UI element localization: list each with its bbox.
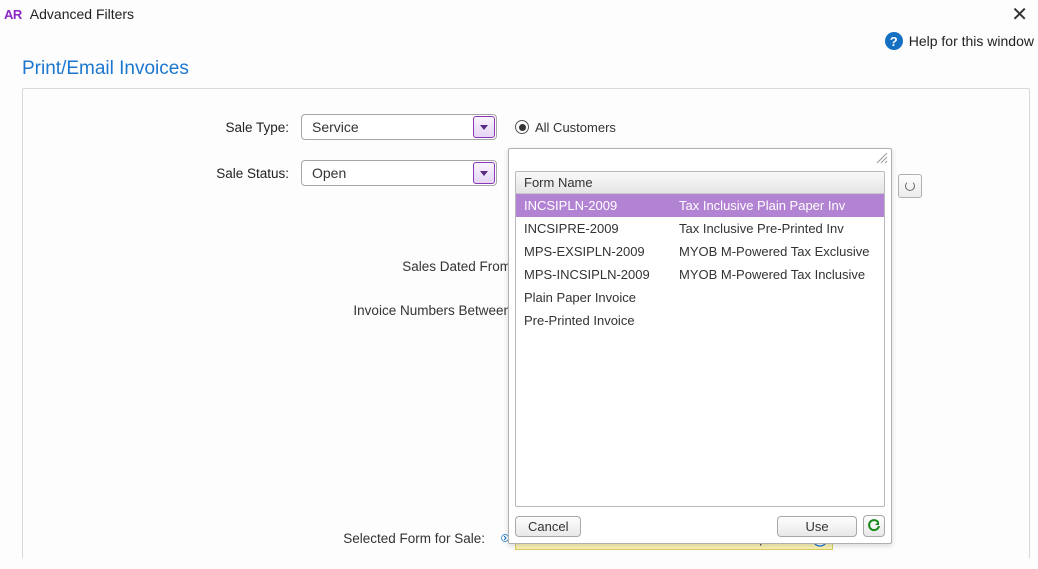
sale-status-combo[interactable]: Open (301, 160, 497, 186)
form-picker-list[interactable]: INCSIPLN-2009 Tax Inclusive Plain Paper … (516, 194, 884, 506)
chevron-down-icon[interactable] (473, 162, 495, 184)
use-button[interactable]: Use (777, 516, 857, 537)
form-desc: Tax Inclusive Plain Paper Inv (679, 198, 876, 213)
resize-grip-icon[interactable] (875, 151, 889, 165)
titlebar: AR Advanced Filters ✕ (0, 0, 1038, 28)
form-code: MPS-EXSIPLN-2009 (524, 244, 679, 259)
form-picker-popup: Form Name INCSIPLN-2009 Tax Inclusive Pl… (508, 148, 892, 544)
form-desc: MYOB M-Powered Tax Exclusive (679, 244, 876, 259)
form-code: Pre-Printed Invoice (524, 313, 679, 328)
form-desc (679, 290, 876, 305)
all-customers-radio[interactable] (515, 120, 529, 134)
form-desc: MYOB M-Powered Tax Inclusive (679, 267, 876, 282)
form-picker-body: Form Name INCSIPLN-2009 Tax Inclusive Pl… (515, 171, 885, 507)
sale-type-value: Service (312, 119, 359, 135)
chevron-down-icon[interactable] (473, 116, 495, 138)
form-code: INCSIPRE-2009 (524, 221, 679, 236)
page-heading: Print/Email Invoices (0, 58, 1038, 88)
sale-type-combo[interactable]: Service (301, 114, 497, 140)
form-code: MPS-INCSIPLN-2009 (524, 267, 679, 282)
form-code: Plain Paper Invoice (524, 290, 679, 305)
all-customers-radio-group: All Customers (515, 120, 616, 135)
refresh-icon (867, 519, 881, 533)
sale-status-value: Open (312, 165, 346, 181)
form-picker-buttons: Cancel Use (509, 511, 891, 543)
sale-status-label: Sale Status: (41, 166, 301, 181)
help-bar: ? Help for this window (0, 28, 1038, 58)
app-logo: AR (4, 7, 22, 22)
cancel-button[interactable]: Cancel (515, 516, 581, 537)
form-row[interactable]: INCSIPLN-2009 Tax Inclusive Plain Paper … (516, 194, 884, 217)
help-link[interactable]: Help for this window (909, 33, 1034, 49)
close-button[interactable]: ✕ (1005, 2, 1034, 27)
selected-form-label: Selected Form for Sale: (41, 531, 495, 546)
list-refresh-button[interactable] (863, 515, 885, 537)
form-row[interactable]: INCSIPRE-2009 Tax Inclusive Pre-Printed … (516, 217, 884, 240)
sale-type-label: Sale Type: (41, 120, 301, 135)
all-customers-label: All Customers (535, 120, 616, 135)
sale-type-row: Sale Type: Service All Customers (41, 113, 1011, 141)
form-row[interactable]: Plain Paper Invoice (516, 286, 884, 309)
form-picker-header: Form Name (516, 172, 884, 194)
invoice-numbers-label: Invoice Numbers Between (41, 303, 521, 318)
form-row[interactable]: MPS-EXSIPLN-2009 MYOB M-Powered Tax Excl… (516, 240, 884, 263)
window-title: Advanced Filters (30, 6, 1005, 22)
refresh-button[interactable] (898, 174, 922, 198)
form-code: INCSIPLN-2009 (524, 198, 679, 213)
sales-dated-label: Sales Dated From (41, 259, 521, 274)
form-desc: Tax Inclusive Pre-Printed Inv (679, 221, 876, 236)
form-row[interactable]: Pre-Printed Invoice (516, 309, 884, 332)
help-icon[interactable]: ? (885, 32, 903, 50)
form-row[interactable]: MPS-INCSIPLN-2009 MYOB M-Powered Tax Inc… (516, 263, 884, 286)
form-desc (679, 313, 876, 328)
